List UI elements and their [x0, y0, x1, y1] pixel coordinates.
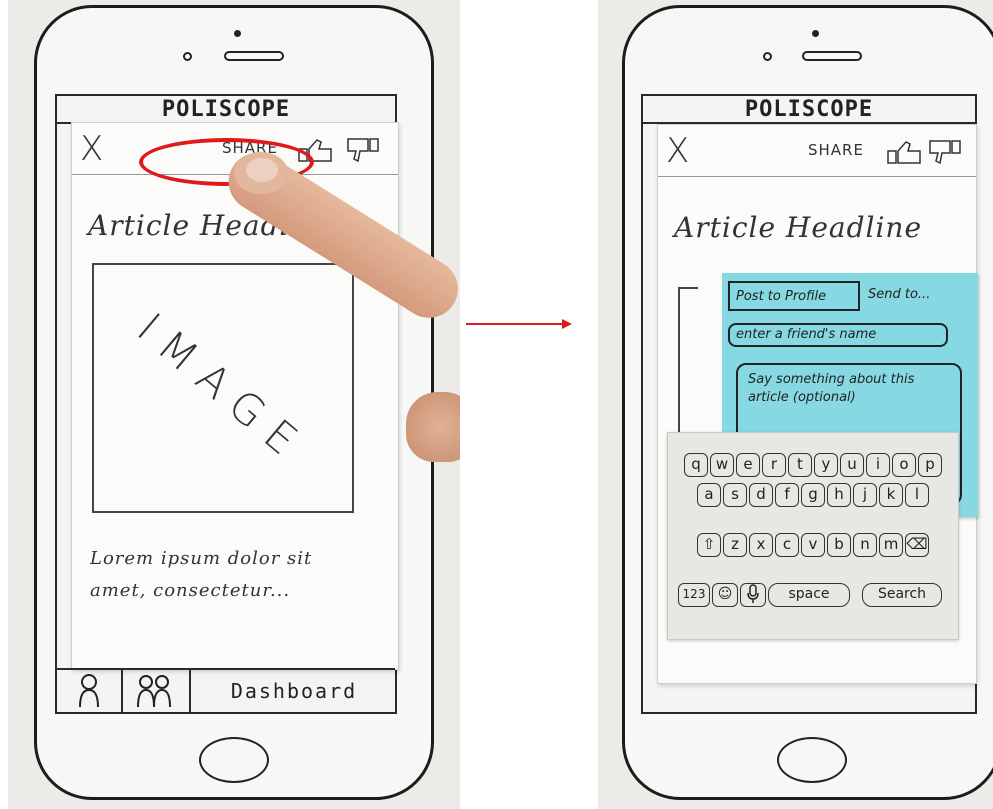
microphone-key-icon[interactable]: [740, 583, 766, 607]
microphone-icon: [747, 584, 759, 603]
article-headline[interactable]: Article Headline: [674, 211, 922, 244]
key-row3-3[interactable]: c: [775, 533, 799, 557]
key-row2-4[interactable]: g: [801, 483, 825, 507]
key-row2-1[interactable]: s: [723, 483, 747, 507]
front-sensor-icon: [234, 30, 241, 37]
close-button[interactable]: X: [80, 129, 103, 169]
thumbs-down-icon[interactable]: [926, 139, 966, 167]
key-row1-3[interactable]: r: [762, 453, 786, 477]
numbers-key[interactable]: 123: [678, 583, 710, 607]
keyboard-row-2: asdfghjkl: [668, 483, 958, 507]
key-row3-7[interactable]: m: [879, 533, 903, 557]
phone-frame: POLISCOPE X SHARE Article Headline Post …: [622, 5, 993, 800]
key-row1-9[interactable]: p: [918, 453, 942, 477]
key-row3-5[interactable]: b: [827, 533, 851, 557]
transition-arrow: [466, 319, 572, 329]
front-sensor-icon: [812, 30, 819, 37]
thumbs-down-icon[interactable]: [344, 137, 384, 165]
left-prototype-photo: POLISCOPE X SHARE Article Headli IMAGE L…: [8, 0, 460, 809]
app-title: POLISCOPE: [643, 96, 975, 124]
keyboard-row-4: 123 ☺ space Search: [668, 583, 958, 607]
arrow-head-icon: [562, 319, 572, 329]
key-row2-5[interactable]: h: [827, 483, 851, 507]
share-button[interactable]: SHARE: [808, 141, 864, 159]
phone-screen: POLISCOPE X SHARE Article Headli IMAGE L…: [55, 94, 399, 714]
key-row2-2[interactable]: d: [749, 483, 773, 507]
article-body-text: Lorem ipsum dolor sit amet, consectetur.…: [90, 548, 313, 601]
speaker-icon: [802, 51, 862, 61]
key-row2-8[interactable]: l: [905, 483, 929, 507]
search-key[interactable]: Search: [862, 583, 942, 607]
key-row1-8[interactable]: o: [892, 453, 916, 477]
home-button[interactable]: [199, 737, 269, 783]
hand-knuckle: [406, 392, 460, 462]
key-row3-2[interactable]: x: [749, 533, 773, 557]
bottom-tab-bar: Dashboard: [57, 668, 395, 712]
friend-name-input[interactable]: enter a friend's name: [728, 323, 948, 347]
article-toolbar: X SHARE: [658, 125, 976, 177]
onscreen-keyboard: qwertyuiop asdfghjkl ⇧ z x c v b n m ⌫ 123 ☺ spa…: [667, 432, 959, 640]
finger-nail: [246, 158, 278, 182]
key-row2-0[interactable]: a: [697, 483, 721, 507]
tab-dashboard[interactable]: Dashboard: [191, 670, 397, 712]
tab-profile[interactable]: [57, 670, 123, 712]
key-row1-6[interactable]: u: [840, 453, 864, 477]
key-row3-6[interactable]: n: [853, 533, 877, 557]
tab-send-to[interactable]: Send to...: [862, 281, 968, 311]
key-row1-5[interactable]: y: [814, 453, 838, 477]
keyboard-row-1: qwertyuiop: [668, 453, 958, 477]
person-icon: [79, 674, 99, 708]
key-row3-4[interactable]: v: [801, 533, 825, 557]
key-row3-0[interactable]: ⇧: [697, 533, 721, 557]
right-prototype-photo: POLISCOPE X SHARE Article Headline Post …: [598, 0, 993, 809]
arrow-line: [466, 323, 564, 325]
group-icon: [137, 675, 171, 708]
tab-post-to-profile[interactable]: Post to Profile: [728, 281, 860, 311]
article-image-placeholder: IMAGE: [92, 263, 354, 513]
close-button[interactable]: X: [666, 131, 689, 171]
key-row3-1[interactable]: z: [723, 533, 747, 557]
emoji-key-icon[interactable]: ☺: [712, 583, 738, 607]
tab-friends[interactable]: [123, 670, 191, 712]
speaker-icon: [224, 51, 284, 61]
camera-icon: [763, 52, 772, 61]
home-button[interactable]: [777, 737, 847, 783]
key-row1-0[interactable]: q: [684, 453, 708, 477]
app-title: POLISCOPE: [57, 96, 395, 124]
key-row2-3[interactable]: f: [775, 483, 799, 507]
phone-frame: POLISCOPE X SHARE Article Headli IMAGE L…: [34, 5, 434, 800]
space-key[interactable]: space: [768, 583, 850, 607]
key-row1-7[interactable]: i: [866, 453, 890, 477]
key-row1-2[interactable]: e: [736, 453, 760, 477]
camera-icon: [183, 52, 192, 61]
key-row2-7[interactable]: k: [879, 483, 903, 507]
thumbs-up-icon[interactable]: [886, 139, 926, 165]
key-row2-6[interactable]: j: [853, 483, 877, 507]
key-row1-4[interactable]: t: [788, 453, 812, 477]
key-row1-1[interactable]: w: [710, 453, 734, 477]
keyboard-row-3: ⇧ z x c v b n m ⌫: [668, 533, 958, 557]
key-row3-8[interactable]: ⌫: [905, 533, 929, 557]
